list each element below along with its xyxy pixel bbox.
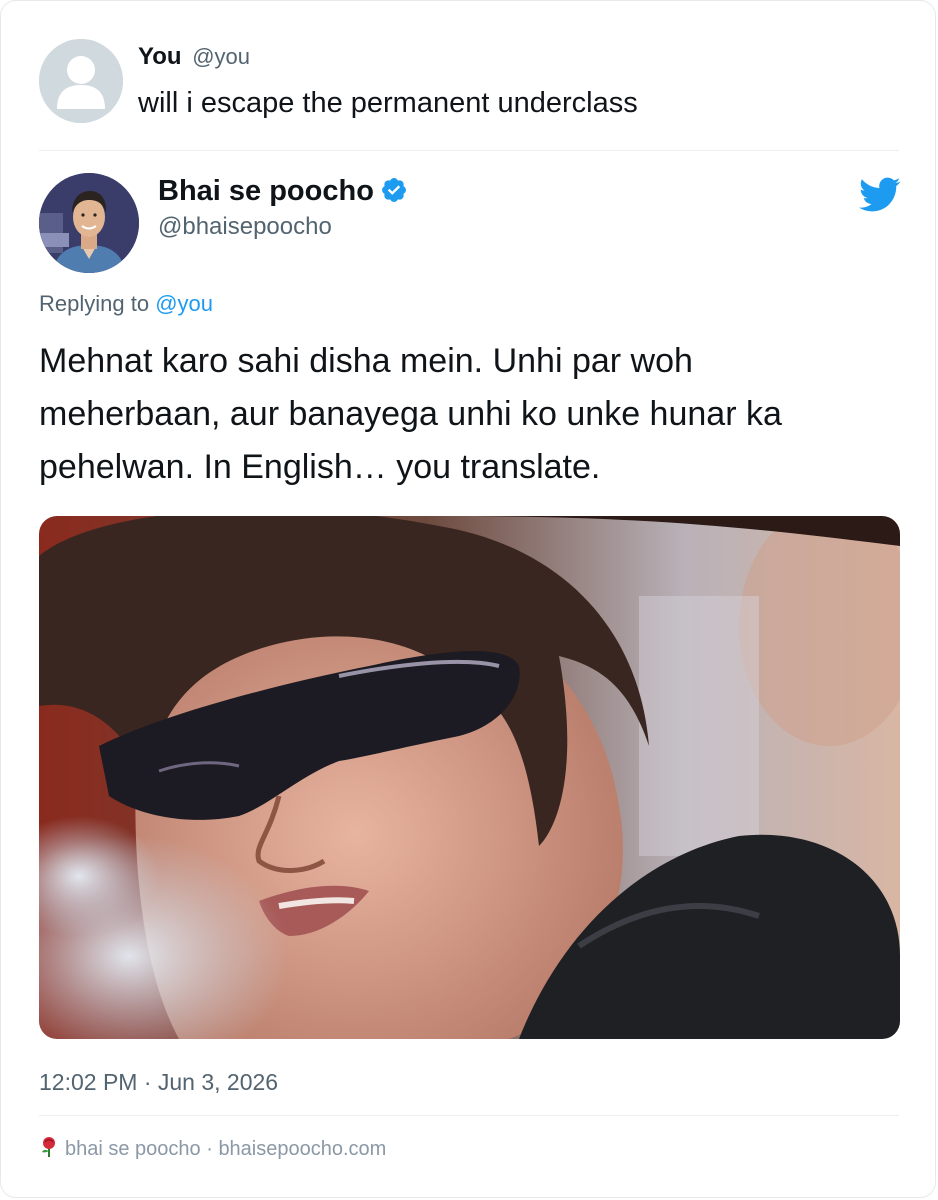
replying-to-mention[interactable]: @you (155, 291, 213, 316)
reply-tweet-text: Mehnat karo sahi disha mein. Unhi par wo… (39, 335, 901, 494)
tweet-timestamp[interactable]: 12:02 PM · Jun 3, 2026 (39, 1069, 278, 1096)
user-name-row: You @you (138, 43, 250, 71)
bhai-name-row: Bhai se poocho (158, 175, 408, 212)
tweet-line: Mehnat karo sahi disha mein. Unhi par wo… (39, 342, 693, 380)
footer: bhai se poocho · bhaisepoocho.com (39, 1136, 386, 1164)
replying-to-label: Replying to (39, 291, 156, 316)
footer-text[interactable]: bhai se poocho · bhaisepoocho.com (65, 1138, 386, 1160)
bhai-display-name[interactable]: Bhai se poocho (158, 175, 374, 207)
default-avatar-icon[interactable] (39, 39, 123, 123)
bhai-handle[interactable]: @bhaisepoocho (158, 213, 332, 241)
rose-icon (39, 1136, 59, 1164)
divider (39, 150, 899, 151)
tweet-line: meherbaan, aur banayega unhi ko unke hun… (39, 395, 782, 433)
tweet-card: You @you will i escape the permanent und… (0, 0, 936, 1198)
verified-badge-icon (380, 176, 408, 212)
tweet-line: pehelwan. In English… you translate. (39, 448, 601, 486)
user-display-name[interactable]: You (138, 43, 182, 70)
replying-to-line: Replying to @you (39, 291, 213, 317)
user-handle[interactable]: @you (192, 44, 250, 69)
bhai-avatar[interactable] (39, 173, 139, 273)
twitter-bird-icon[interactable] (859, 177, 901, 218)
tweet-photo[interactable] (39, 516, 900, 1039)
divider (39, 1115, 899, 1116)
user-tweet-text: will i escape the permanent underclass (138, 87, 638, 119)
